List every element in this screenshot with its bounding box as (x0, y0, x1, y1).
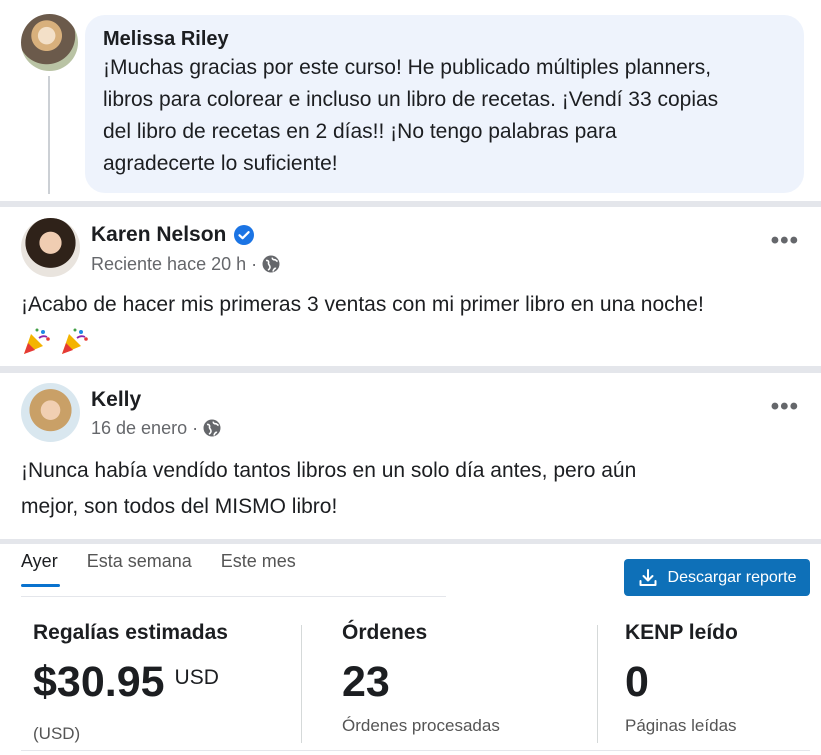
comment-line: agradecerte lo suficiente! (103, 152, 338, 175)
metric-divider (597, 625, 598, 743)
post-karen: Karen Nelson Reciente hace 20 h · ••• ¡A… (0, 207, 821, 366)
metric-sublabel: (USD) (33, 724, 81, 743)
post-text-line: ¡Acabo de hacer mis primeras 3 ventas co… (21, 293, 704, 316)
verified-badge-icon (234, 225, 255, 245)
comment-line: libros para colorear e incluso un libro … (103, 88, 719, 111)
post-author[interactable]: Karen Nelson (91, 222, 226, 248)
section-divider (0, 366, 821, 373)
report-tabs: Ayer Esta semana Este mes (21, 551, 325, 587)
currency-unit: USD (174, 666, 219, 689)
more-options-button[interactable]: ••• (771, 227, 799, 255)
post-author[interactable]: Kelly (91, 387, 141, 413)
meta-separator: · (192, 418, 199, 438)
bottom-divider (21, 750, 810, 751)
metric-label: KENP leído (625, 621, 738, 644)
post-header: Karen Nelson (91, 222, 255, 248)
post-meta: Reciente hace 20 h · (91, 253, 280, 275)
metric-sublabel: Páginas leídas (625, 716, 737, 735)
post-text: ¡Nunca había vendído tantos libros en un… (21, 453, 811, 525)
post-text-line: ¡Nunca había vendído tantos libros en un… (21, 459, 637, 482)
tab-esta-semana[interactable]: Esta semana (87, 551, 192, 585)
post-meta: 16 de enero · (91, 417, 221, 439)
download-report-button[interactable]: Descargar reporte (624, 559, 810, 596)
comment-author[interactable]: Melissa Riley (103, 26, 786, 52)
avatar[interactable] (21, 383, 80, 442)
post-timestamp[interactable]: Reciente hace 20 h (91, 253, 246, 275)
metric-sublabel: Órdenes procesadas (342, 716, 500, 735)
post-header: Kelly (91, 387, 141, 413)
party-popper-icon (24, 328, 50, 355)
tabs-underline (21, 596, 446, 597)
download-report-label: Descargar reporte (667, 568, 797, 586)
royalties-amount: $30.95 (33, 658, 165, 706)
avatar[interactable] (21, 14, 78, 71)
globe-icon (262, 255, 280, 273)
comment-line: del libro de recetas en 2 días!! ¡No ten… (103, 120, 617, 143)
metric-value: 0 (625, 658, 649, 706)
metric-kenp: KENP leído 0 Páginas leídas (625, 620, 738, 736)
comment-line: ¡Muchas gracias por este curso! He publi… (103, 56, 712, 79)
thread-line (48, 76, 50, 194)
more-options-button[interactable]: ••• (771, 393, 799, 421)
tab-este-mes[interactable]: Este mes (221, 551, 296, 585)
post-text-line: mejor, son todos del MISMO libro! (21, 495, 338, 518)
post-kelly: Kelly 16 de enero · ••• ¡Nunca había ven… (0, 373, 821, 539)
tab-ayer[interactable]: Ayer (21, 551, 60, 587)
meta-separator: · (251, 254, 258, 274)
metric-orders: Órdenes 23 Órdenes procesadas (342, 620, 500, 736)
section-divider (0, 539, 821, 544)
comment-bubble: Melissa Riley ¡Muchas gracias por este c… (85, 15, 804, 193)
avatar[interactable] (21, 218, 80, 277)
metric-label: Órdenes (342, 621, 428, 644)
comment-text: ¡Muchas gracias por este curso! He publi… (103, 52, 786, 180)
emoji-row (21, 323, 811, 359)
party-popper-icon (62, 328, 88, 355)
globe-icon (203, 419, 221, 437)
post-timestamp[interactable]: 16 de enero (91, 417, 187, 439)
download-icon (639, 568, 657, 586)
metric-divider (301, 625, 302, 743)
post-text: ¡Acabo de hacer mis primeras 3 ventas co… (21, 287, 811, 359)
metric-value: $30.95 USD (33, 658, 228, 714)
metric-label: Regalías estimadas (33, 621, 228, 644)
metric-royalties: Regalías estimadas $30.95 USD (USD) (33, 620, 228, 744)
metric-value: 23 (342, 658, 390, 706)
